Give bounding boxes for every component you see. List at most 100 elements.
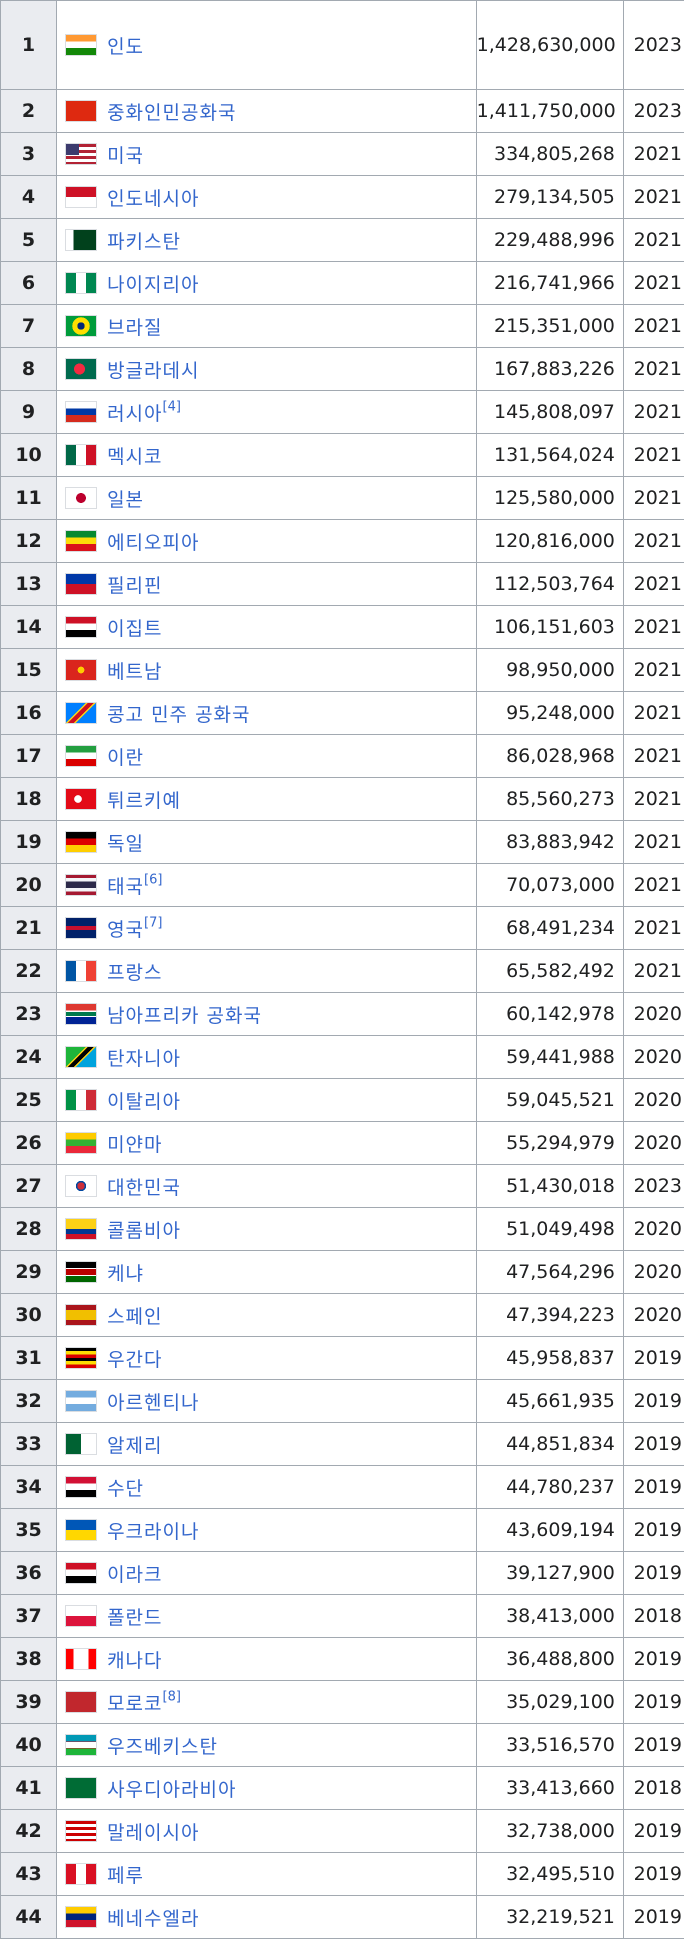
year-cell: 2019 xyxy=(622,1465,684,1509)
country-cell: 이란 xyxy=(56,734,477,778)
country-link[interactable]: 폴란드 xyxy=(107,1607,162,1629)
country-link[interactable]: 말레이시아 xyxy=(107,1822,199,1844)
country-cell: 이라크 xyxy=(56,1551,477,1595)
country-link[interactable]: 이란 xyxy=(107,747,144,769)
population-cell: 106,151,603 xyxy=(475,605,624,649)
country-link[interactable]: 방글라데시 xyxy=(107,360,199,382)
year-cell: 2021 xyxy=(622,863,684,907)
population-cell: 47,394,223 xyxy=(475,1293,624,1337)
country-link[interactable]: 독일 xyxy=(107,833,144,855)
flag-canada-icon xyxy=(65,1648,98,1670)
country-link[interactable]: 페루 xyxy=(107,1865,144,1887)
flag-usa-icon xyxy=(65,143,98,165)
country-link[interactable]: 일본 xyxy=(107,489,144,511)
flag-indonesia-icon xyxy=(65,186,98,208)
country-cell: 에티오피아 xyxy=(56,519,477,563)
country-cell: 중화인민공화국 xyxy=(56,89,477,133)
year-cell: 2019 xyxy=(622,1852,684,1896)
country-link[interactable]: 이탈리아 xyxy=(107,1091,181,1113)
country-link[interactable]: 아르헨티나 xyxy=(107,1392,199,1414)
population-cell: 51,049,498 xyxy=(475,1207,624,1251)
table-row: 5 파키스탄 229,488,996 2021 xyxy=(0,218,684,262)
country-link[interactable]: 콜롬비아 xyxy=(107,1220,181,1242)
footnote-link[interactable]: [6] xyxy=(144,872,162,887)
country-cell: 인도 xyxy=(56,0,477,90)
country-link[interactable]: 콩고 민주 공화국 xyxy=(107,704,250,726)
country-cell: 태국[6] xyxy=(56,863,477,907)
country-link[interactable]: 모로코 xyxy=(107,1693,162,1715)
country-link[interactable]: 프랑스 xyxy=(107,962,162,984)
country-link[interactable]: 필리핀 xyxy=(107,575,162,597)
table-row: 28 콜롬비아 51,049,498 2020 xyxy=(0,1207,684,1251)
flag-france-icon xyxy=(65,960,98,982)
flag-vietnam-icon xyxy=(65,659,98,681)
flag-uganda-icon xyxy=(65,1347,98,1369)
rank-cell: 35 xyxy=(0,1508,58,1552)
table-row: 43 페루 32,495,510 2019 xyxy=(0,1852,684,1896)
country-link[interactable]: 이집트 xyxy=(107,618,162,640)
country-link[interactable]: 중화인민공화국 xyxy=(107,102,236,124)
country-link[interactable]: 이라크 xyxy=(107,1564,162,1586)
rank-cell: 12 xyxy=(0,519,58,563)
population-cell: 45,958,837 xyxy=(475,1336,624,1380)
population-cell: 36,488,800 xyxy=(475,1637,624,1681)
country-link[interactable]: 파키스탄 xyxy=(107,231,181,253)
country-cell: 우크라이나 xyxy=(56,1508,477,1552)
year-cell: 2019 xyxy=(622,1809,684,1853)
country-link[interactable]: 수단 xyxy=(107,1478,144,1500)
country-link[interactable]: 멕시코 xyxy=(107,446,162,468)
country-link[interactable]: 대한민국 xyxy=(107,1177,181,1199)
country-link[interactable]: 나이지리아 xyxy=(107,274,199,296)
country-link[interactable]: 알제리 xyxy=(107,1435,162,1457)
year-cell: 2019 xyxy=(622,1336,684,1380)
population-cell: 85,560,273 xyxy=(475,777,624,821)
footnote-link[interactable]: [7] xyxy=(144,915,162,930)
country-link[interactable]: 러시아 xyxy=(107,403,162,425)
country-link[interactable]: 미얀마 xyxy=(107,1134,162,1156)
table-row: 32 아르헨티나 45,661,935 2019 xyxy=(0,1379,684,1423)
country-link[interactable]: 남아프리카 공화국 xyxy=(107,1005,262,1027)
population-cell: 112,503,764 xyxy=(475,562,624,606)
population-cell: 45,661,935 xyxy=(475,1379,624,1423)
population-cell: 131,564,024 xyxy=(475,433,624,477)
country-link[interactable]: 캐나다 xyxy=(107,1650,162,1672)
country-link[interactable]: 에티오피아 xyxy=(107,532,199,554)
country-link[interactable]: 인도 xyxy=(107,36,144,58)
table-row: 31 우간다 45,958,837 2019 xyxy=(0,1336,684,1380)
country-cell: 아르헨티나 xyxy=(56,1379,477,1423)
rank-cell: 20 xyxy=(0,863,58,907)
flag-japan-icon xyxy=(65,487,98,509)
country-link[interactable]: 우간다 xyxy=(107,1349,162,1371)
population-cell: 47,564,296 xyxy=(475,1250,624,1294)
year-cell: 2023 xyxy=(622,1164,684,1208)
flag-bangladesh-icon xyxy=(65,358,98,380)
country-cell: 베트남 xyxy=(56,648,477,692)
country-link[interactable]: 베트남 xyxy=(107,661,162,683)
year-cell: 2019 xyxy=(622,1551,684,1595)
country-link[interactable]: 케냐 xyxy=(107,1263,144,1285)
table-row: 38 캐나다 36,488,800 2019 xyxy=(0,1637,684,1681)
population-cell: 145,808,097 xyxy=(475,390,624,434)
country-link[interactable]: 우크라이나 xyxy=(107,1521,199,1543)
footnote-link[interactable]: [4] xyxy=(163,399,181,414)
country-link[interactable]: 탄자니아 xyxy=(107,1048,181,1070)
year-cell: 2021 xyxy=(622,433,684,477)
country-link[interactable]: 브라질 xyxy=(107,317,162,339)
country-link[interactable]: 우즈베키스탄 xyxy=(107,1736,218,1758)
population-cell: 216,741,966 xyxy=(475,261,624,305)
country-link[interactable]: 태국 xyxy=(107,876,144,898)
footnote-link[interactable]: [8] xyxy=(163,1689,181,1704)
country-cell: 파키스탄 xyxy=(56,218,477,262)
country-link[interactable]: 미국 xyxy=(107,145,144,167)
country-link[interactable]: 영국 xyxy=(107,919,144,941)
table-row: 20 태국[6] 70,073,000 2021 xyxy=(0,863,684,907)
table-row: 44 베네수엘라 32,219,521 2019 xyxy=(0,1895,684,1939)
country-cell: 나이지리아 xyxy=(56,261,477,305)
rank-cell: 22 xyxy=(0,949,58,993)
country-link[interactable]: 인도네시아 xyxy=(107,188,199,210)
rank-cell: 37 xyxy=(0,1594,58,1638)
country-link[interactable]: 튀르키예 xyxy=(107,790,181,812)
country-link[interactable]: 베네수엘라 xyxy=(107,1908,199,1930)
country-link[interactable]: 스페인 xyxy=(107,1306,162,1328)
country-link[interactable]: 사우디아라비아 xyxy=(107,1779,236,1801)
